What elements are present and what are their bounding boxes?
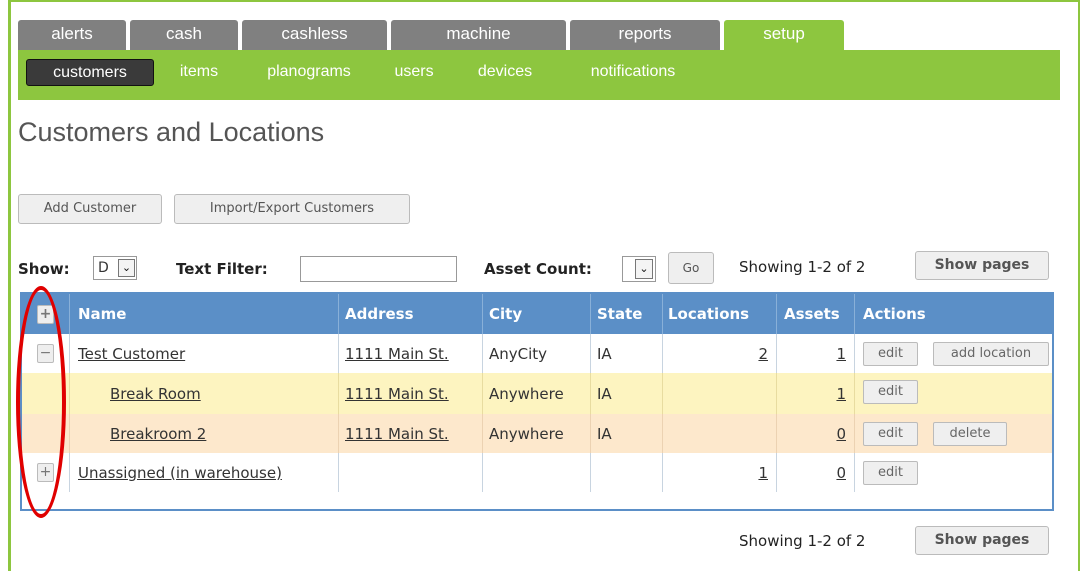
table-row: Break Room 1111 Main St. Anywhere IA 1 e… xyxy=(22,373,1052,414)
city-cell: Anywhere xyxy=(483,373,591,414)
add-customer-button[interactable]: Add Customer xyxy=(18,194,162,224)
customer-name-cell: Unassigned (in warehouse) xyxy=(70,453,339,492)
edit-button[interactable]: edit xyxy=(863,422,918,446)
locations-cell xyxy=(663,373,777,414)
locations-link[interactable]: 2 xyxy=(758,345,768,363)
assets-cell: 1 xyxy=(777,373,855,414)
tab-cash[interactable]: cash xyxy=(130,20,238,50)
tab-cashless[interactable]: cashless xyxy=(242,20,387,50)
assets-cell: 0 xyxy=(777,453,855,492)
location-name-cell: Breakroom 2 xyxy=(70,414,339,453)
subnav-users[interactable]: users xyxy=(388,59,440,86)
top-tab-bar: alerts cash cashless machine reports set… xyxy=(18,20,1058,50)
sub-nav: customers items planograms users devices… xyxy=(18,50,1060,100)
annotation-highlight-ellipse xyxy=(16,286,66,518)
col-name[interactable]: Name xyxy=(70,294,339,334)
state-cell: IA xyxy=(591,373,663,414)
locations-cell: 1 xyxy=(663,453,777,492)
col-actions: Actions xyxy=(863,305,926,323)
assets-link[interactable]: 0 xyxy=(836,425,846,443)
customer-name-link[interactable]: Unassigned (in warehouse) xyxy=(78,464,282,482)
table-row: Breakroom 2 1111 Main St. Anywhere IA 0 … xyxy=(22,414,1052,453)
edit-button[interactable]: edit xyxy=(863,461,918,485)
customer-name-link[interactable]: Test Customer xyxy=(78,345,185,363)
asset-count-label: Asset Count: xyxy=(484,260,592,278)
showing-count-top: Showing 1-2 of 2 xyxy=(739,258,866,276)
location-name-link[interactable]: Break Room xyxy=(110,385,201,403)
edit-button[interactable]: edit xyxy=(863,342,918,366)
city-cell xyxy=(483,453,591,492)
actions-cell: edit xyxy=(855,453,1052,492)
tab-setup[interactable]: setup xyxy=(724,20,844,50)
show-select[interactable]: D ⌄ xyxy=(93,256,137,280)
go-button[interactable]: Go xyxy=(668,252,714,284)
text-filter-input[interactable] xyxy=(300,256,457,282)
col-state[interactable]: State xyxy=(591,294,663,334)
page-title: Customers and Locations xyxy=(18,117,325,147)
address-cell: 1111 Main St. xyxy=(339,373,483,414)
col-address[interactable]: Address xyxy=(339,294,483,334)
city-cell: Anywhere xyxy=(483,414,591,453)
subnav-items[interactable]: items xyxy=(168,59,230,86)
address-cell: 1111 Main St. xyxy=(339,334,483,373)
location-name-link[interactable]: Breakroom 2 xyxy=(110,425,206,443)
assets-cell: 1 xyxy=(777,334,855,373)
tab-machine[interactable]: machine xyxy=(391,20,566,50)
locations-cell xyxy=(663,414,777,453)
locations-cell: 2 xyxy=(663,334,777,373)
assets-cell: 0 xyxy=(777,414,855,453)
actions-cell: edit xyxy=(855,373,1052,414)
address-link[interactable]: 1111 Main St. xyxy=(345,425,449,443)
show-pages-button-top[interactable]: Show pages xyxy=(915,251,1049,280)
show-label: Show: xyxy=(18,260,70,278)
subnav-customers[interactable]: customers xyxy=(26,59,154,86)
show-pages-button-bottom[interactable]: Show pages xyxy=(915,526,1049,555)
assets-link[interactable]: 1 xyxy=(836,385,846,403)
text-filter-label: Text Filter: xyxy=(176,260,268,278)
subnav-notifications[interactable]: notifications xyxy=(570,59,696,86)
address-link[interactable]: 1111 Main St. xyxy=(345,345,449,363)
table-header: + Name Address City State Locations Asse… xyxy=(22,294,1052,334)
tab-reports[interactable]: reports xyxy=(570,20,720,50)
address-cell xyxy=(339,453,483,492)
actions-cell: edit delete xyxy=(855,414,1052,453)
chevron-down-icon: ⌄ xyxy=(635,259,653,279)
add-location-button[interactable]: add location xyxy=(933,342,1049,366)
show-select-value: D xyxy=(98,260,109,276)
customers-table: + Name Address City State Locations Asse… xyxy=(20,292,1054,511)
locations-link[interactable]: 1 xyxy=(758,464,768,482)
chevron-down-icon: ⌄ xyxy=(118,259,135,277)
state-cell xyxy=(591,453,663,492)
showing-count-bottom: Showing 1-2 of 2 xyxy=(739,532,866,550)
address-cell: 1111 Main St. xyxy=(339,414,483,453)
table-row: − Test Customer 1111 Main St. AnyCity IA… xyxy=(22,334,1052,373)
actions-cell: edit add location xyxy=(855,334,1052,373)
edit-button[interactable]: edit xyxy=(863,380,918,404)
state-cell: IA xyxy=(591,414,663,453)
table-row: + Unassigned (in warehouse) 1 0 edit xyxy=(22,453,1052,492)
address-link[interactable]: 1111 Main St. xyxy=(345,385,449,403)
location-name-cell: Break Room xyxy=(70,373,339,414)
col-locations[interactable]: Locations xyxy=(663,294,777,334)
tab-alerts[interactable]: alerts xyxy=(18,20,126,50)
city-cell: AnyCity xyxy=(483,334,591,373)
asset-count-select[interactable]: ⌄ xyxy=(622,256,656,282)
subnav-devices[interactable]: devices xyxy=(460,59,550,86)
customer-name-cell: Test Customer xyxy=(70,334,339,373)
delete-button[interactable]: delete xyxy=(933,422,1007,446)
col-city[interactable]: City xyxy=(483,294,591,334)
col-assets[interactable]: Assets xyxy=(777,294,855,334)
assets-link[interactable]: 0 xyxy=(836,464,846,482)
assets-link[interactable]: 1 xyxy=(836,345,846,363)
state-cell: IA xyxy=(591,334,663,373)
subnav-planograms[interactable]: planograms xyxy=(254,59,364,86)
import-export-customers-button[interactable]: Import/Export Customers xyxy=(174,194,410,224)
